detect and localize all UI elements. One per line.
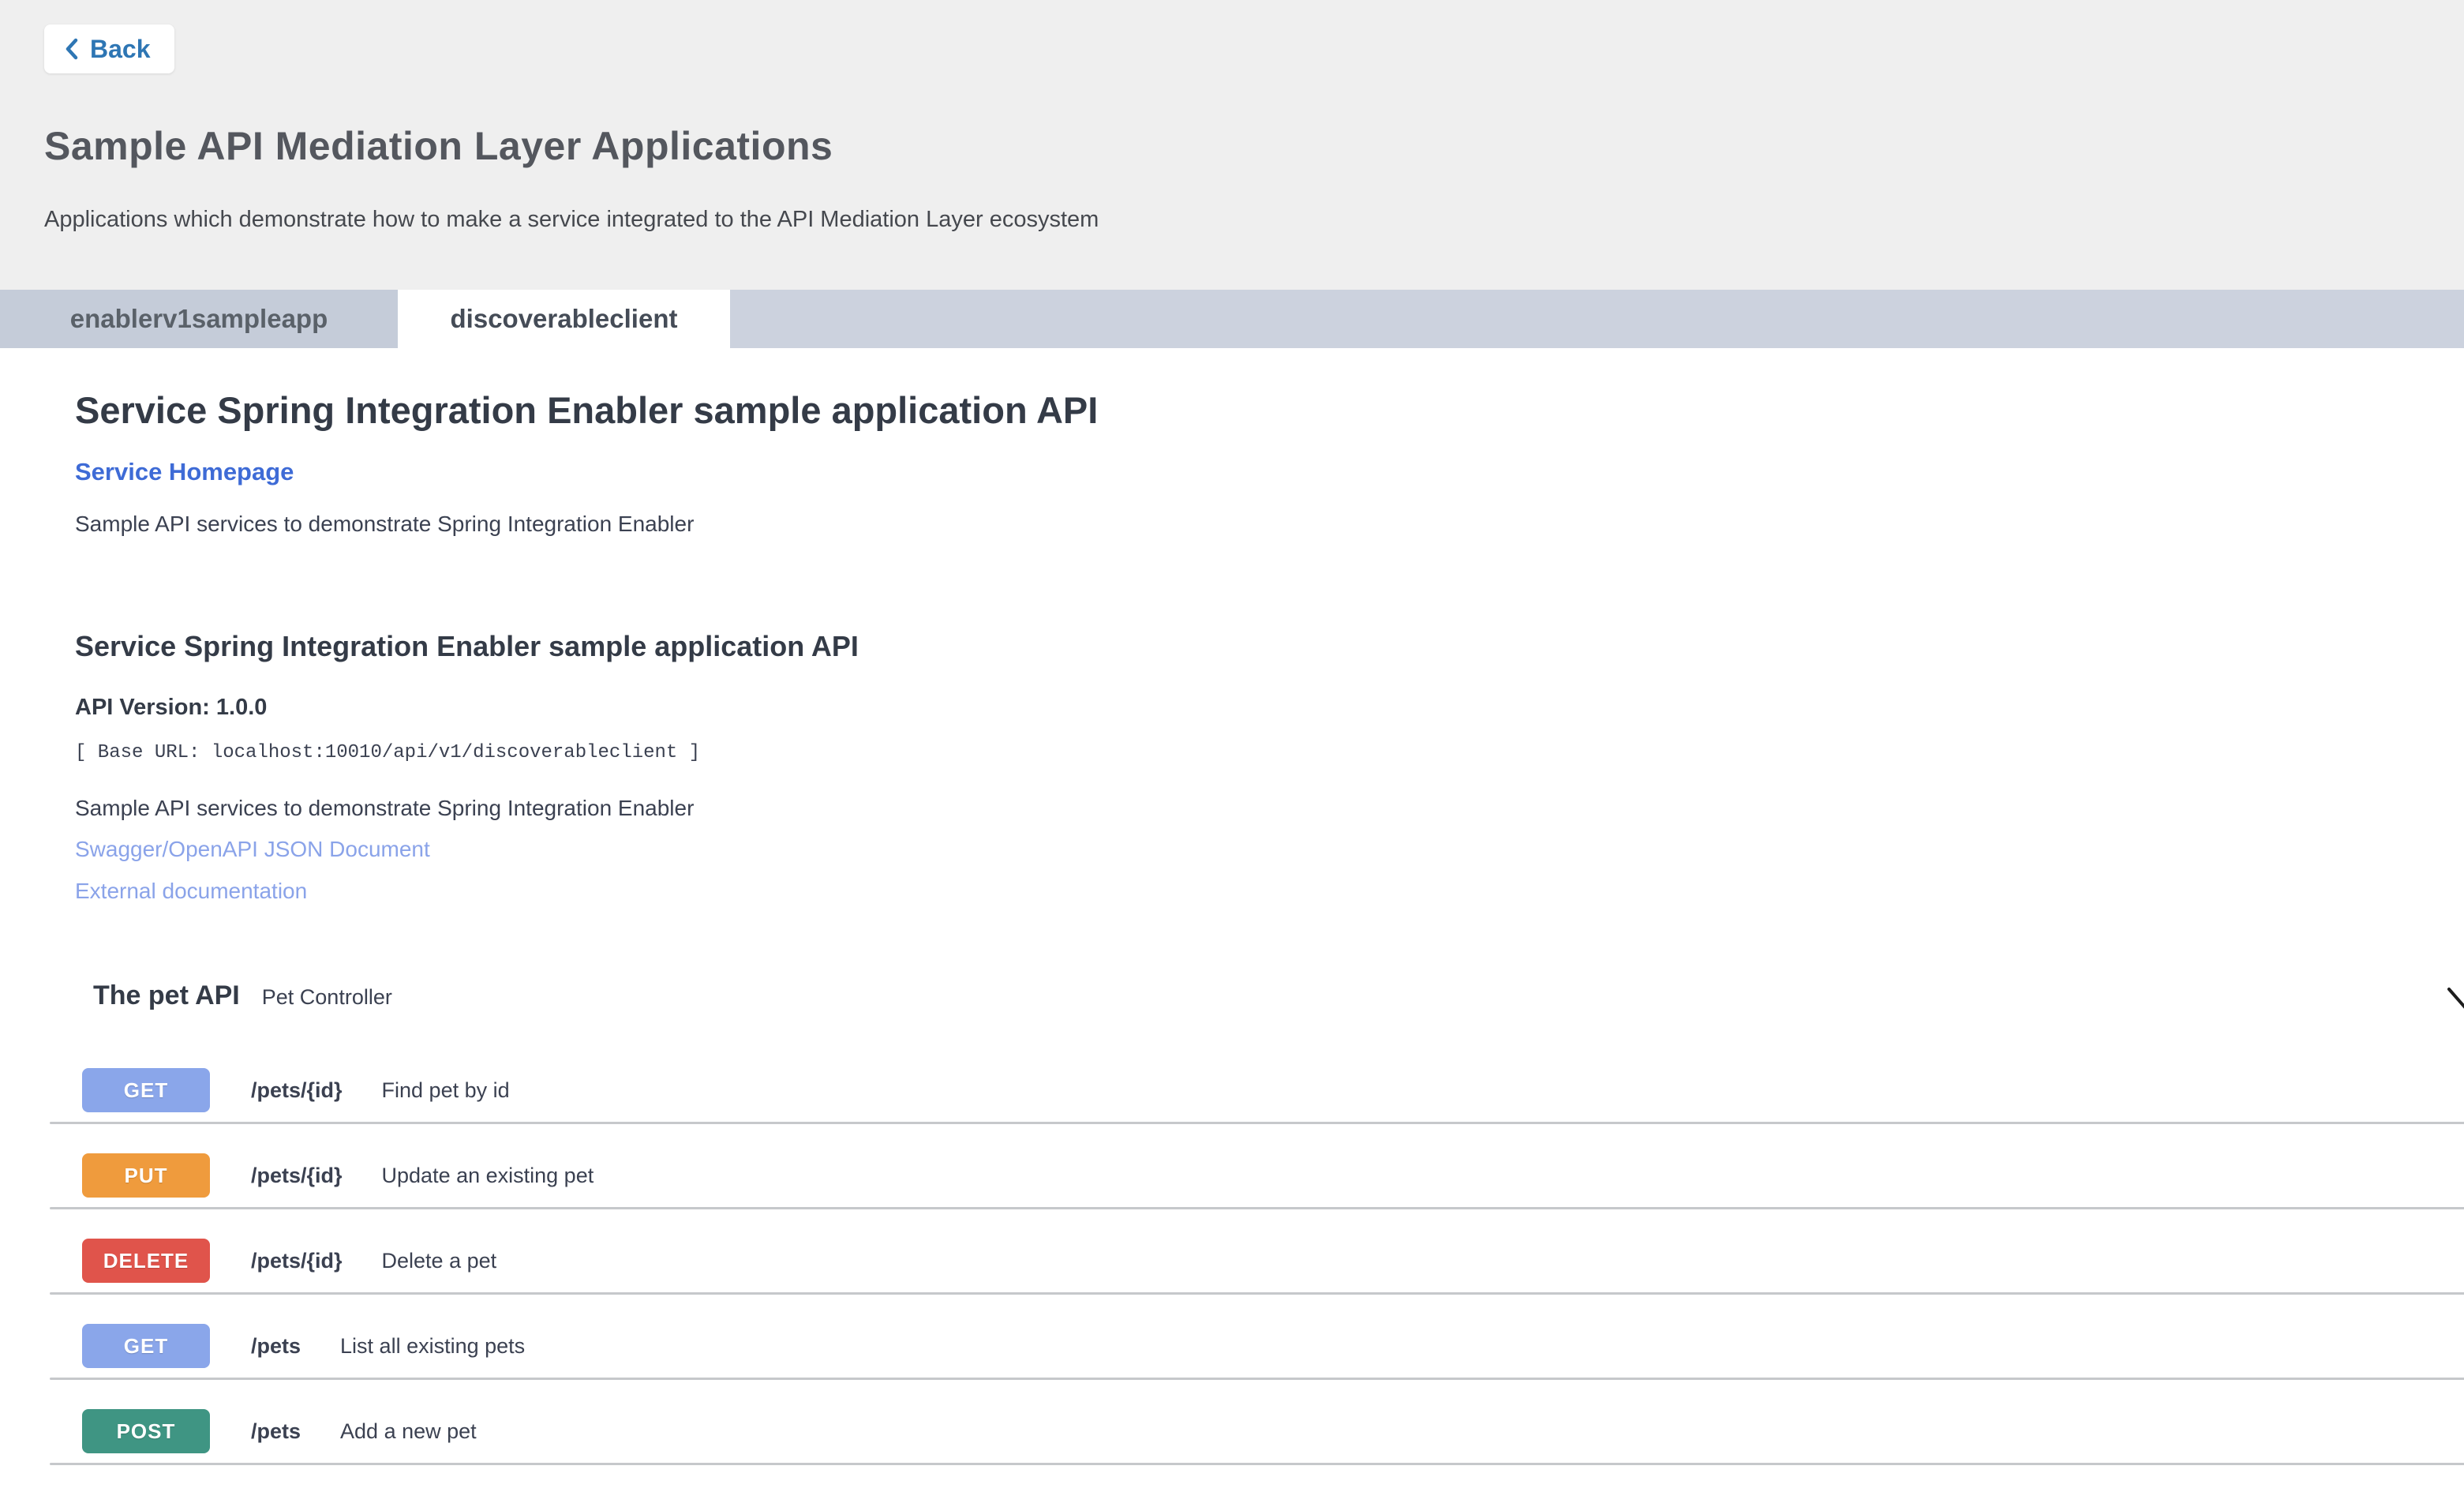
operation-summary: List all existing pets: [340, 1334, 525, 1359]
chevron-left-icon: [63, 36, 81, 62]
operation-row-get-pet-by-id[interactable]: GET /pets/{id} Find pet by id: [0, 1068, 2464, 1153]
operation-row-list-pets[interactable]: GET /pets List all existing pets: [0, 1324, 2464, 1409]
row-divider: [50, 1122, 2464, 1124]
method-badge-delete: DELETE: [82, 1239, 210, 1283]
service-homepage-link[interactable]: Service Homepage: [75, 458, 294, 486]
external-docs-link[interactable]: External documentation: [75, 879, 307, 904]
api-version: API Version: 1.0.0: [75, 695, 267, 721]
pet-api-subtitle: Pet Controller: [262, 985, 392, 1010]
operation-path: /pets/{id}: [251, 1249, 343, 1273]
page-header: Back Sample API Mediation Layer Applicat…: [0, 0, 2464, 290]
operation-path: /pets/{id}: [251, 1078, 343, 1103]
pet-api-title: The pet API: [93, 980, 240, 1011]
swagger-title: Service Spring Integration Enabler sampl…: [75, 630, 859, 663]
swagger-json-link[interactable]: Swagger/OpenAPI JSON Document: [75, 837, 430, 862]
operation-summary: Update an existing pet: [382, 1164, 594, 1188]
method-badge-get: GET: [82, 1324, 210, 1368]
tab-bar: enablerv1sampleapp discoverableclient: [0, 290, 2464, 348]
operations-list: GET /pets/{id} Find pet by id PUT /pets/…: [0, 1068, 2464, 1492]
page-subtitle: Applications which demonstrate how to ma…: [44, 207, 1099, 233]
base-url: [ Base URL: localhost:10010/api/v1/disco…: [75, 742, 700, 763]
tab-discoverableclient[interactable]: discoverableclient: [398, 290, 730, 348]
method-badge-put: PUT: [82, 1153, 210, 1198]
tab-enablerv1sampleapp[interactable]: enablerv1sampleapp: [0, 290, 398, 348]
row-divider: [50, 1378, 2464, 1380]
operation-row-delete-pet[interactable]: DELETE /pets/{id} Delete a pet: [0, 1239, 2464, 1324]
chevron-down-icon[interactable]: [2447, 985, 2464, 1016]
pet-api-section-header[interactable]: The pet API Pet Controller: [93, 980, 2464, 1022]
back-button[interactable]: Back: [44, 24, 174, 73]
row-divider: [50, 1207, 2464, 1209]
row-divider: [50, 1463, 2464, 1465]
operation-summary: Delete a pet: [382, 1249, 497, 1273]
api-catalog-page: Back Sample API Mediation Layer Applicat…: [0, 0, 2464, 1492]
row-divider: [50, 1292, 2464, 1295]
operation-path: /pets: [251, 1419, 301, 1444]
operation-row-add-pet[interactable]: POST /pets Add a new pet: [0, 1409, 2464, 1492]
page-title: Sample API Mediation Layer Applications: [44, 123, 833, 169]
back-button-label: Back: [90, 35, 151, 64]
method-badge-get: GET: [82, 1068, 210, 1112]
operation-path: /pets: [251, 1334, 301, 1359]
operation-summary: Find pet by id: [382, 1078, 510, 1103]
service-description: Sample API services to demonstrate Sprin…: [75, 512, 694, 537]
operation-summary: Add a new pet: [340, 1419, 477, 1444]
swagger-description: Sample API services to demonstrate Sprin…: [75, 796, 694, 821]
method-badge-post: POST: [82, 1409, 210, 1453]
operation-path: /pets/{id}: [251, 1164, 343, 1188]
operation-row-update-pet[interactable]: PUT /pets/{id} Update an existing pet: [0, 1153, 2464, 1239]
service-title: Service Spring Integration Enabler sampl…: [75, 388, 1098, 432]
